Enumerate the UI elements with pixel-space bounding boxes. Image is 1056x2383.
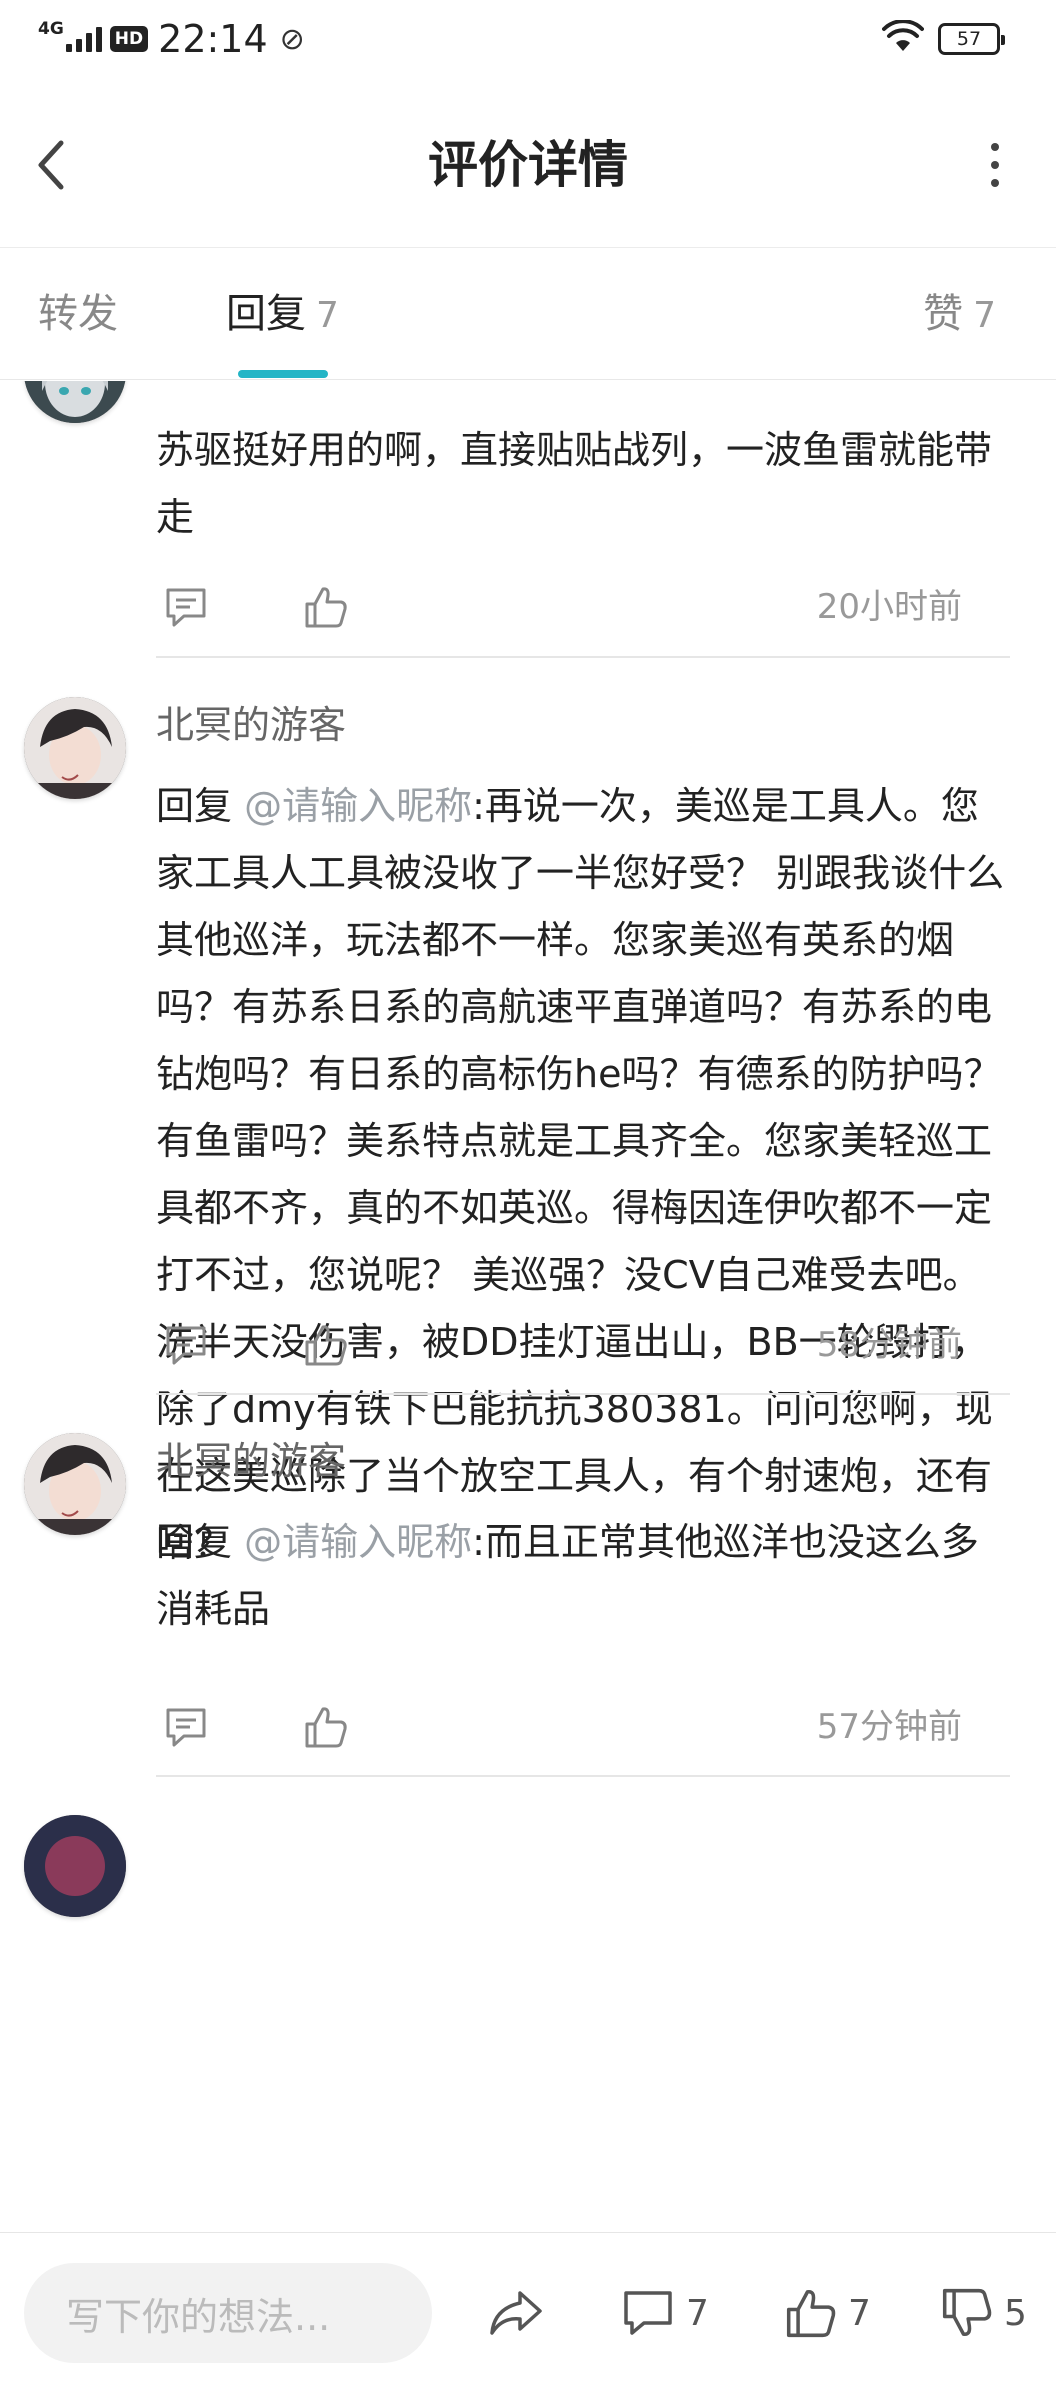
reply-item: 苏驱挺好用的啊，直接贴贴战列，一波鱼雷就能带走 20小时前 bbox=[0, 381, 1056, 661]
reply-username[interactable]: 北冥的游客 bbox=[156, 1435, 346, 1487]
reply-item: 北冥的游客 回复 @请输入昵称:而且正常其他巡洋也没这么多消耗品 57分钟前 bbox=[0, 1395, 1056, 1777]
tab-reply-label: 回复 bbox=[226, 291, 306, 337]
mention-link[interactable]: @请输入昵称 bbox=[244, 784, 472, 828]
reply-time: 57分钟前 bbox=[816, 1707, 962, 1747]
tab-forward-label: 转发 bbox=[38, 291, 118, 337]
reply-content: 苏驱挺好用的啊，直接贴贴战列，一波鱼雷就能带走 bbox=[156, 417, 1016, 551]
avatar[interactable] bbox=[24, 1815, 126, 1917]
reply-actions: 20小时前 bbox=[156, 577, 1010, 637]
divider bbox=[156, 656, 1010, 658]
status-right: 57 bbox=[882, 18, 1005, 60]
status-bar: 4G HD 22:14 ⊘ 57 bbox=[0, 0, 1056, 78]
comment-input[interactable]: 写下你的想法... bbox=[24, 2263, 432, 2363]
mention-link[interactable]: @请输入昵称 bbox=[244, 1520, 472, 1564]
more-options-button[interactable] bbox=[970, 130, 1020, 200]
signal-icon bbox=[65, 26, 102, 52]
reply-prefix: 回复 bbox=[156, 784, 245, 828]
comment-icon bbox=[624, 2291, 672, 2335]
bottom-dislike-button[interactable]: 5 bbox=[940, 2273, 1027, 2353]
reply-like-button[interactable] bbox=[296, 1315, 356, 1375]
thumbs-down-icon bbox=[942, 2288, 992, 2337]
bottom-comment-button[interactable]: 7 bbox=[620, 2273, 709, 2353]
reply-time: 58分钟前 bbox=[816, 1325, 962, 1365]
battery-icon: 57 bbox=[938, 23, 1005, 55]
tab-forward[interactable]: 转发 bbox=[38, 288, 118, 340]
reply-time: 20小时前 bbox=[816, 587, 962, 627]
tab-reply[interactable]: 回复 7 bbox=[226, 288, 339, 342]
clock: 22:14 bbox=[158, 17, 268, 61]
battery-level: 57 bbox=[956, 28, 982, 50]
like-count: 7 bbox=[848, 2292, 871, 2334]
tab-bar: 转发 回复 7 赞7 bbox=[0, 248, 1056, 380]
reply-like-button[interactable] bbox=[296, 577, 356, 637]
comment-count: 7 bbox=[686, 2292, 709, 2334]
sync-off-icon: ⊘ bbox=[279, 21, 305, 57]
reply-content: 回复 @请输入昵称:而且正常其他巡洋也没这么多消耗品 bbox=[156, 1509, 1016, 1643]
reply-prefix: 回复 bbox=[156, 1520, 245, 1564]
reply-list[interactable]: 苏驱挺好用的啊，直接贴贴战列，一波鱼雷就能带走 20小时前 北冥的游客 回复 @… bbox=[0, 381, 1056, 2231]
thumbs-up-icon bbox=[786, 2289, 836, 2338]
thumbs-up-icon bbox=[305, 1325, 347, 1366]
avatar[interactable] bbox=[24, 381, 126, 423]
dislike-count: 5 bbox=[1004, 2292, 1027, 2334]
page-title: 评价详情 bbox=[428, 136, 628, 194]
reply-text: 苏驱挺好用的啊，直接贴贴战列，一波鱼雷就能带走 bbox=[156, 428, 993, 539]
reply-username[interactable]: 北冥的游客 bbox=[156, 699, 346, 751]
status-left: 4G HD 22:14 ⊘ bbox=[38, 17, 305, 61]
comment-input-placeholder: 写下你的想法... bbox=[66, 2294, 331, 2339]
network-type: 4G bbox=[38, 19, 64, 39]
reply-like-button[interactable] bbox=[296, 1697, 356, 1757]
reply-comment-button[interactable] bbox=[156, 577, 216, 637]
reply-item: 北冥的游客 回复 @请输入昵称:再说一次，美巡是工具人。您家工具人工具被没收了一… bbox=[0, 659, 1056, 1565]
bottom-like-button[interactable]: 7 bbox=[784, 2273, 871, 2353]
avatar[interactable] bbox=[24, 1433, 126, 1535]
app-header: 评价详情 bbox=[0, 78, 1056, 248]
thumbs-up-icon bbox=[305, 587, 347, 628]
tab-like-count: 7 bbox=[973, 295, 996, 336]
comment-icon bbox=[166, 588, 206, 627]
tab-active-indicator bbox=[238, 370, 328, 378]
share-icon bbox=[490, 2291, 542, 2335]
comment-icon bbox=[166, 1326, 206, 1365]
reply-comment-button[interactable] bbox=[156, 1697, 216, 1757]
thumbs-up-icon bbox=[305, 1707, 347, 1748]
tab-like[interactable]: 赞7 bbox=[923, 288, 996, 342]
share-button[interactable] bbox=[486, 2273, 546, 2353]
reply-item bbox=[0, 1777, 1056, 2231]
hd-badge: HD bbox=[109, 26, 149, 52]
reply-actions: 58分钟前 bbox=[156, 1315, 1010, 1375]
wifi-icon bbox=[882, 19, 924, 58]
avatar[interactable] bbox=[24, 697, 126, 799]
reply-actions: 57分钟前 bbox=[156, 1697, 1010, 1757]
more-vertical-icon bbox=[991, 143, 999, 151]
tab-reply-count: 7 bbox=[316, 295, 339, 336]
reply-comment-button[interactable] bbox=[156, 1315, 216, 1375]
comment-icon bbox=[166, 1708, 206, 1747]
tab-like-label: 赞 bbox=[923, 291, 964, 337]
bottom-action-bar: 写下你的想法... 7 7 5 bbox=[0, 2232, 1056, 2383]
